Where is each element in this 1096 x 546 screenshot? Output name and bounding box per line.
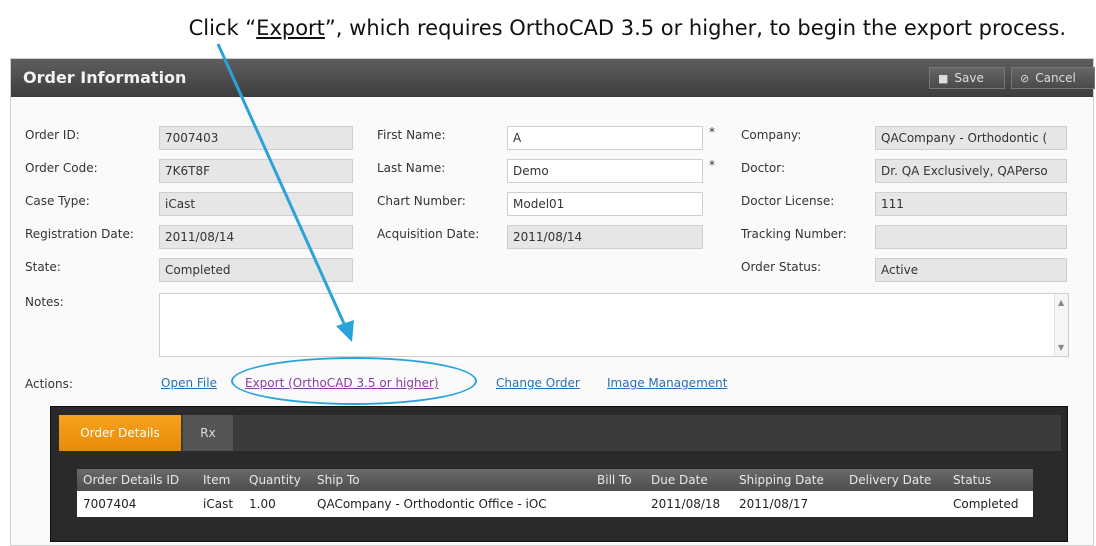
order-details-panel: Order Details Rx Order Details ID Item Q… bbox=[50, 406, 1068, 542]
grid-header: Order Details ID Item Quantity Ship To B… bbox=[77, 469, 1033, 491]
tracking-number-label: Tracking Number: bbox=[741, 227, 847, 241]
company-field: QACompany - Orthodontic ( bbox=[875, 126, 1067, 150]
case-type-label: Case Type: bbox=[25, 194, 90, 208]
state-field: Completed bbox=[159, 258, 353, 282]
cell-order-details-id: 7007404 bbox=[83, 497, 137, 511]
column-header[interactable]: Order Details ID bbox=[83, 469, 179, 491]
instruction-emphasis: Export bbox=[256, 16, 325, 40]
order-id-label: Order ID: bbox=[25, 128, 80, 142]
cell-shipping-date: 2011/08/17 bbox=[739, 497, 809, 511]
export-highlight-ellipse bbox=[231, 357, 477, 405]
acquisition-date-field: 2011/08/14 bbox=[507, 225, 703, 249]
column-header[interactable]: Shipping Date bbox=[739, 469, 824, 491]
last-name-input[interactable]: Demo bbox=[507, 159, 703, 183]
order-id-field: 7007403 bbox=[159, 126, 353, 150]
save-label: Save bbox=[954, 71, 984, 85]
registration-date-label: Registration Date: bbox=[25, 227, 134, 241]
tab-order-details[interactable]: Order Details bbox=[59, 415, 181, 451]
column-header[interactable]: Bill To bbox=[597, 469, 632, 491]
first-name-input[interactable]: A bbox=[507, 126, 703, 150]
column-header[interactable]: Item bbox=[203, 469, 230, 491]
first-name-required: * bbox=[709, 125, 715, 139]
order-code-field: 7K6T8F bbox=[159, 159, 353, 183]
case-type-field: iCast bbox=[159, 192, 353, 216]
tutorial-screenshot: Click “Export”, which requires OrthoCAD … bbox=[0, 0, 1096, 546]
save-icon: ■ bbox=[938, 72, 949, 85]
cell-quantity: 1.00 bbox=[249, 497, 276, 511]
order-status-field: Active bbox=[875, 258, 1067, 282]
registration-date-field: 2011/08/14 bbox=[159, 225, 353, 249]
state-label: State: bbox=[25, 260, 61, 274]
tab-rx[interactable]: Rx bbox=[183, 415, 233, 451]
doctor-license-label: Doctor License: bbox=[741, 194, 835, 208]
instruction-prefix: Click “ bbox=[188, 16, 257, 40]
first-name-label: First Name: bbox=[377, 128, 446, 142]
column-header[interactable]: Due Date bbox=[651, 469, 708, 491]
chart-number-input[interactable]: Model01 bbox=[507, 192, 703, 216]
instruction-text: Click “Export”, which requires OrthoCAD … bbox=[0, 16, 1096, 40]
doctor-field: Dr. QA Exclusively, QAPerso bbox=[875, 159, 1067, 183]
order-code-label: Order Code: bbox=[25, 161, 98, 175]
tracking-number-field bbox=[875, 225, 1067, 249]
table-row[interactable]: 7007404 iCast 1.00 QACompany - Orthodont… bbox=[77, 491, 1033, 517]
cell-ship-to: QACompany - Orthodontic Office - iOC bbox=[317, 497, 547, 511]
acquisition-date-label: Acquisition Date: bbox=[377, 227, 480, 241]
doctor-label: Doctor: bbox=[741, 161, 785, 175]
column-header[interactable]: Quantity bbox=[249, 469, 301, 491]
instruction-suffix: ”, which requires OrthoCAD 3.5 or higher… bbox=[324, 16, 1066, 40]
scroll-down-icon[interactable]: ▼ bbox=[1058, 343, 1064, 352]
scroll-up-icon[interactable]: ▲ bbox=[1058, 298, 1064, 307]
details-tabbar: Order Details Rx bbox=[59, 415, 1061, 451]
order-details-grid: Order Details ID Item Quantity Ship To B… bbox=[77, 469, 1033, 517]
notes-textarea[interactable]: ▲ ▼ bbox=[159, 293, 1069, 357]
column-header[interactable]: Delivery Date bbox=[849, 469, 931, 491]
last-name-required: * bbox=[709, 158, 715, 172]
cell-due-date: 2011/08/18 bbox=[651, 497, 721, 511]
column-header[interactable]: Status bbox=[953, 469, 991, 491]
company-label: Company: bbox=[741, 128, 802, 142]
cancel-button[interactable]: ⊘ Cancel bbox=[1011, 67, 1095, 89]
doctor-license-field: 111 bbox=[875, 192, 1067, 216]
notes-scrollbar[interactable]: ▲ ▼ bbox=[1054, 294, 1068, 356]
image-management-link[interactable]: Image Management bbox=[607, 376, 727, 390]
cell-item: iCast bbox=[203, 497, 234, 511]
cancel-icon: ⊘ bbox=[1020, 72, 1030, 85]
save-button[interactable]: ■ Save bbox=[929, 67, 1005, 89]
open-file-link[interactable]: Open File bbox=[161, 376, 217, 390]
last-name-label: Last Name: bbox=[377, 161, 446, 175]
notes-label: Notes: bbox=[25, 295, 64, 309]
cell-status: Completed bbox=[953, 497, 1019, 511]
order-status-label: Order Status: bbox=[741, 260, 822, 274]
chart-number-label: Chart Number: bbox=[377, 194, 466, 208]
actions-label: Actions: bbox=[25, 377, 73, 391]
panel-titlebar: Order Information ■ Save ⊘ Cancel bbox=[11, 59, 1095, 97]
change-order-link[interactable]: Change Order bbox=[496, 376, 580, 390]
panel-title: Order Information bbox=[23, 68, 187, 87]
cancel-label: Cancel bbox=[1035, 71, 1076, 85]
column-header[interactable]: Ship To bbox=[317, 469, 360, 491]
